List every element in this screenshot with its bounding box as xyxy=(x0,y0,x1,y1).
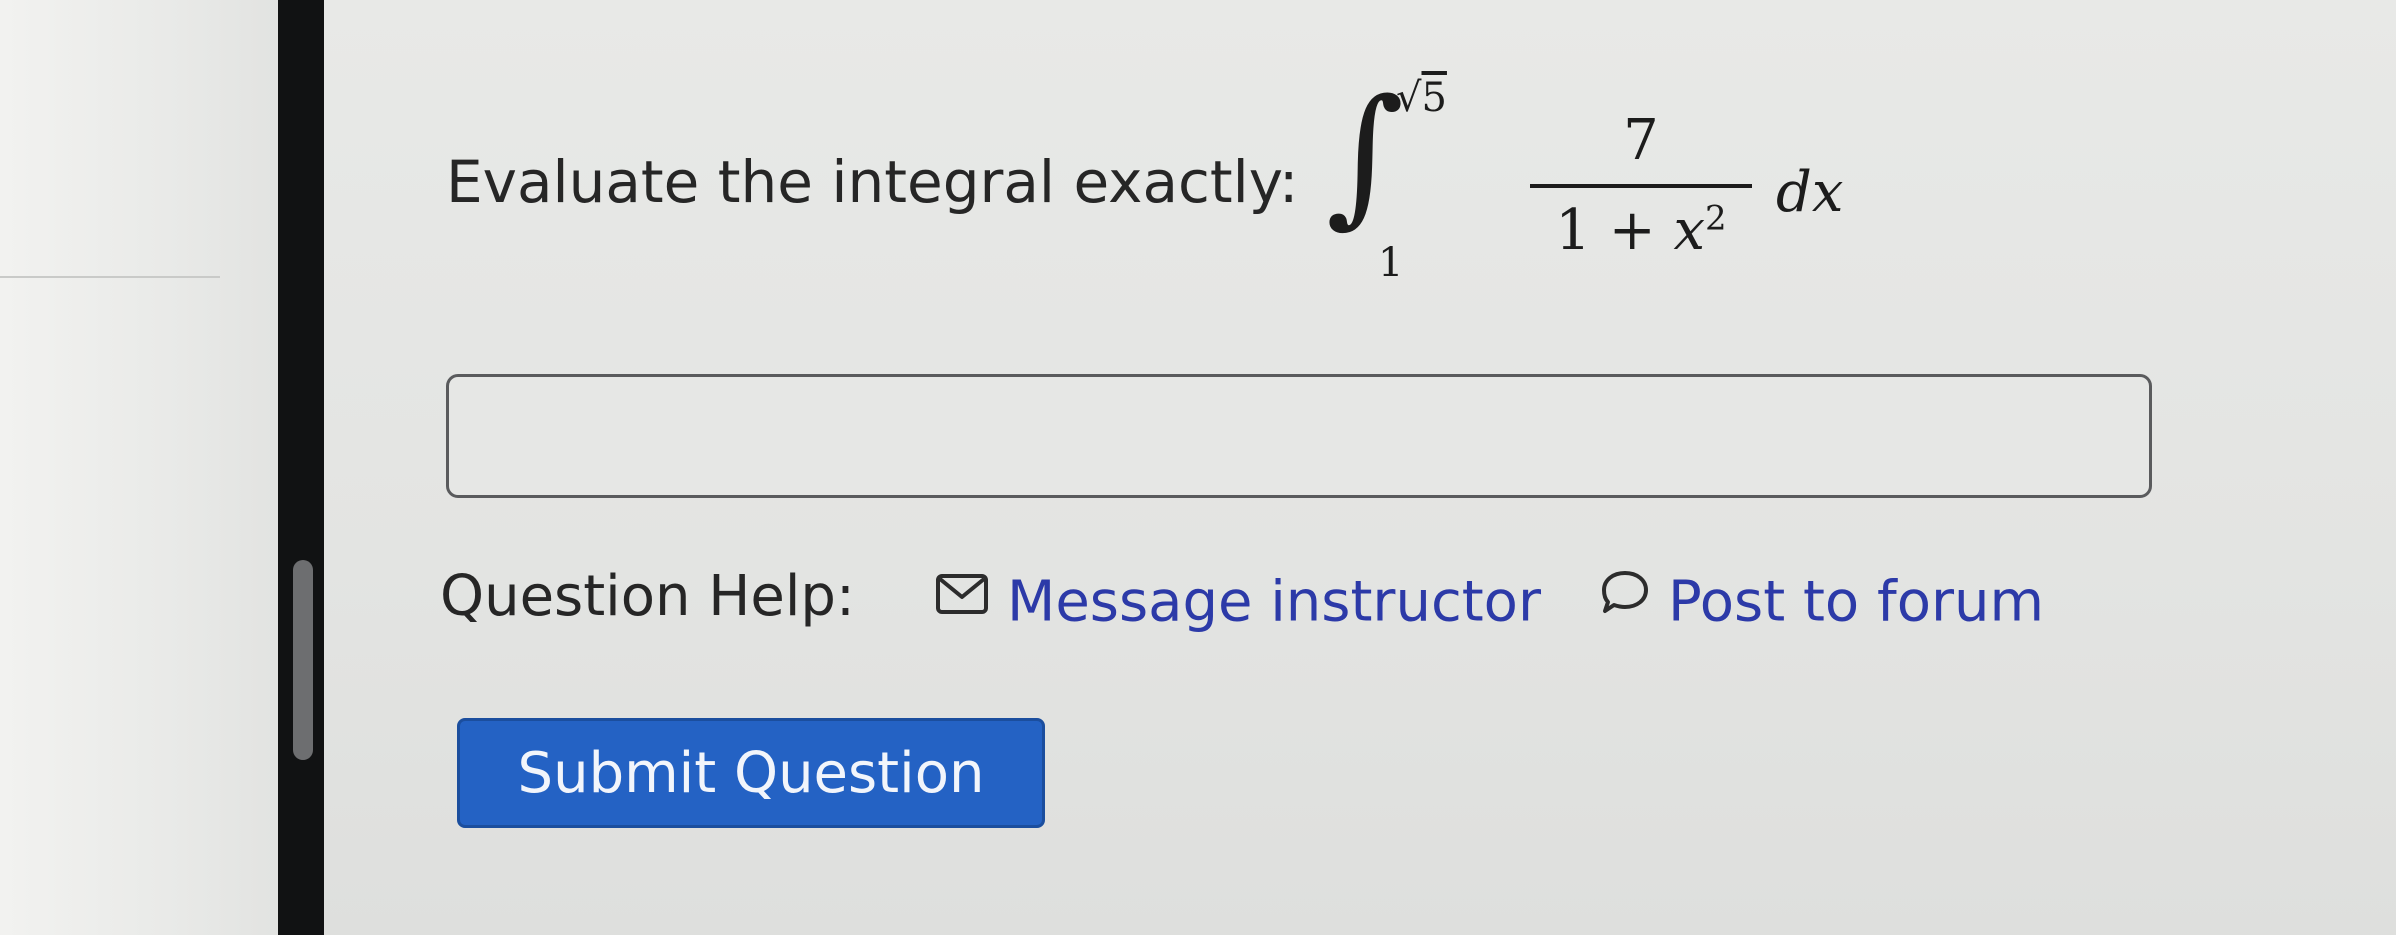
answer-input[interactable] xyxy=(446,374,2152,498)
integral-lower-limit: 1 xyxy=(1378,240,1404,286)
integrand-fraction: 7 1 + x2 xyxy=(1526,108,1756,263)
integrand-numerator: 7 xyxy=(1623,108,1659,173)
integral-upper-limit: √5 xyxy=(1396,75,1447,121)
denominator-exponent: 2 xyxy=(1705,198,1727,239)
denominator-constant: 1 + xyxy=(1555,198,1674,263)
differential-text: dx xyxy=(1776,160,1844,225)
question-help-label: Question Help: xyxy=(440,564,855,629)
post-to-forum-link[interactable]: Post to forum xyxy=(1600,566,2044,634)
integral-differential: dx xyxy=(1776,160,1843,225)
post-to-forum-label: Post to forum xyxy=(1668,569,2045,635)
message-instructor-label: Message instructor xyxy=(1007,569,1541,635)
left-margin xyxy=(0,0,278,935)
scrollbar-handle[interactable] xyxy=(293,560,313,760)
question-prompt: Evaluate the integral exactly: xyxy=(446,148,1299,216)
upper-limit-radicand: 5 xyxy=(1421,75,1447,121)
left-divider xyxy=(0,276,220,278)
integrand-denominator: 1 + x2 xyxy=(1526,188,1756,263)
speech-bubble-icon xyxy=(1600,564,1650,629)
window-edge xyxy=(278,0,324,935)
submit-question-button[interactable]: Submit Question xyxy=(457,718,1045,828)
message-instructor-link[interactable]: Message instructor xyxy=(935,566,1541,634)
integral-sign: ∫ xyxy=(1326,68,1405,242)
envelope-icon xyxy=(935,564,989,629)
denominator-variable: x xyxy=(1673,198,1706,263)
